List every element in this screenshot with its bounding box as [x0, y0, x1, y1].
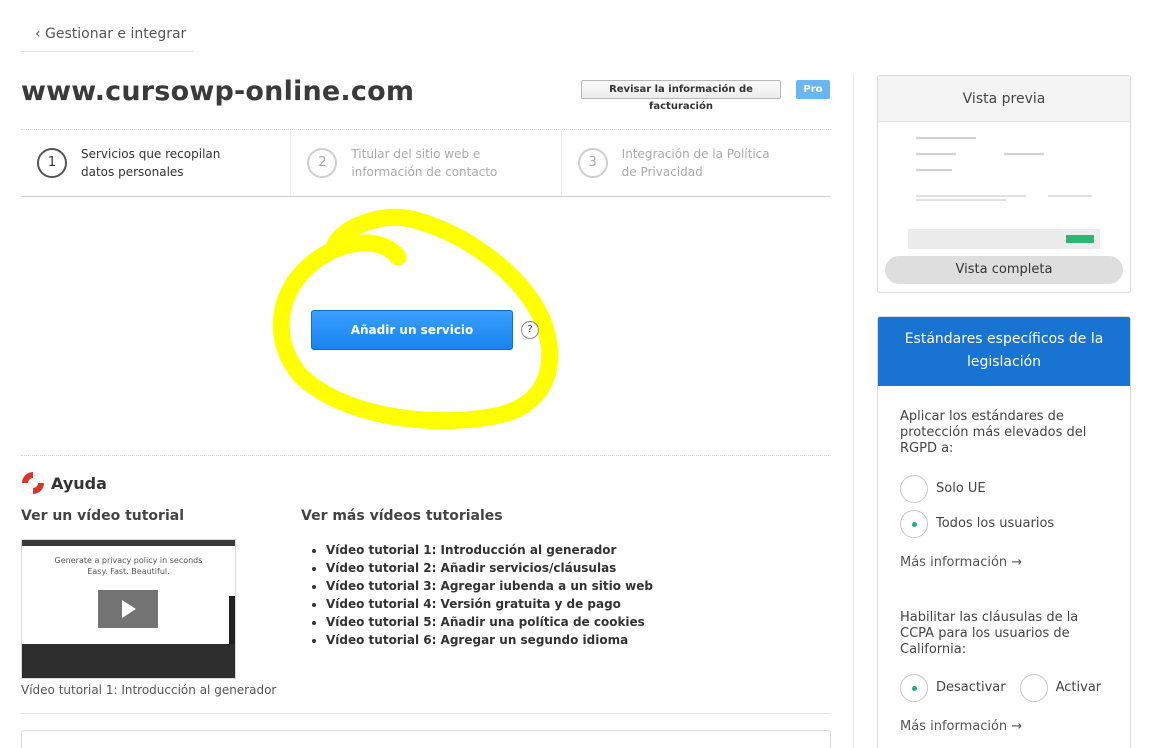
step-number: 3	[577, 148, 608, 178]
tutorial-link[interactable]: Vídeo tutorial 2: Añadir servicios/cláus…	[326, 561, 616, 575]
wizard-steps: 1 Servicios que recopilan datos personal…	[21, 129, 831, 197]
plan-badge: Pro	[796, 80, 830, 99]
video-caption: Vídeo tutorial 1: Introducción al genera…	[21, 683, 277, 697]
play-icon[interactable]	[98, 590, 158, 628]
ccpa-option-enable[interactable]: Activar	[1019, 670, 1102, 705]
step-label: Titular del sitio web e información de c…	[351, 147, 498, 179]
radio-button[interactable]	[900, 474, 928, 503]
help-section-title: Ayuda	[21, 471, 107, 495]
step-personal-data-services[interactable]: 1 Servicios que recopilan datos personal…	[21, 130, 292, 196]
video-thumb-toolbar	[22, 540, 235, 546]
tutorial-link[interactable]: Vídeo tutorial 4: Versión gratuita y de …	[326, 597, 621, 611]
radio-label: Desactivar	[936, 680, 1006, 695]
radio-button[interactable]	[1019, 673, 1048, 702]
radio-button-selected[interactable]	[900, 673, 928, 702]
lifebuoy-icon	[22, 472, 44, 494]
tutorial-list: Vídeo tutorial 1: Introducción al genera…	[326, 541, 653, 649]
video-thumb-headline: Generate a privacy policy in seconds	[54, 556, 203, 565]
page-title: www.cursowp-online.com	[21, 76, 415, 107]
legislation-header: Estándares específicos de la legislación	[878, 317, 1130, 386]
full-view-button[interactable]: Vista completa	[885, 256, 1123, 284]
radio-label: Activar	[1055, 680, 1102, 695]
list-item: Vídeo tutorial 5: Añadir una política de…	[326, 613, 653, 631]
preview-title: Vista previa	[878, 76, 1130, 122]
policy-preview-thumbnail[interactable]	[908, 129, 1100, 249]
radio-label: Solo UE	[936, 481, 986, 496]
review-billing-button[interactable]: Revisar la información de facturación	[581, 80, 781, 112]
video-thumb-tagline: Easy. Fast. Beautiful.	[87, 567, 170, 576]
gdpr-option-all-users[interactable]: Todos los usuarios	[900, 506, 1108, 541]
step-number: 2	[307, 148, 338, 178]
list-item: Vídeo tutorial 6: Agregar un segundo idi…	[326, 631, 653, 649]
ccpa-option-disable[interactable]: Desactivar	[900, 670, 1006, 705]
collapsed-panel[interactable]	[21, 730, 831, 748]
tutorial-link[interactable]: Vídeo tutorial 5: Añadir una política de…	[326, 615, 645, 629]
list-item: Vídeo tutorial 4: Versión gratuita y de …	[326, 595, 653, 613]
tutorial-link[interactable]: Vídeo tutorial 1: Introducción al genera…	[326, 543, 616, 557]
help-question-icon[interactable]: ?	[521, 321, 539, 339]
video-thumb-footer	[22, 644, 235, 678]
column-divider	[853, 74, 854, 748]
radio-button-selected[interactable]	[900, 509, 928, 538]
step-label: Integración de la Política de Privacidad	[621, 147, 770, 179]
add-service-button[interactable]: Añadir un servicio	[311, 310, 513, 350]
section-divider	[21, 713, 831, 714]
gdpr-option-eu-only[interactable]: Solo UE	[900, 471, 1108, 506]
help-title-text: Ayuda	[51, 473, 107, 493]
step-site-owner-contact[interactable]: 2 Titular del sitio web e información de…	[291, 130, 562, 196]
help-separator	[21, 455, 831, 456]
more-videos-heading: Ver más vídeos tutoriales	[301, 508, 503, 524]
step-number: 1	[37, 148, 67, 178]
video-heading: Ver un vídeo tutorial	[21, 508, 185, 524]
back-link-manage-integrate[interactable]: ‹ Gestionar e integrar	[21, 22, 194, 52]
step-label: Servicios que recopilan datos personales	[81, 147, 221, 179]
gdpr-question: Aplicar los estándares de protección más…	[900, 409, 1087, 456]
tutorial-link[interactable]: Vídeo tutorial 6: Agregar un segundo idi…	[326, 633, 628, 647]
more-info-link-ccpa[interactable]: Más información →	[900, 719, 1108, 734]
more-info-link-gdpr[interactable]: Más información →	[900, 555, 1108, 570]
tutorial-link[interactable]: Vídeo tutorial 3: Agregar iubenda a un s…	[326, 579, 653, 593]
list-item: Vídeo tutorial 2: Añadir servicios/cláus…	[326, 559, 653, 577]
list-item: Vídeo tutorial 3: Agregar iubenda a un s…	[326, 577, 653, 595]
step-policy-integration[interactable]: 3 Integración de la Política de Privacid…	[562, 130, 831, 196]
video-tutorial-thumbnail[interactable]: Generate a privacy policy in seconds Eas…	[21, 539, 236, 679]
ccpa-question: Habilitar las cláusulas de la CCPA para …	[900, 610, 1079, 657]
legislation-standards-card: Estándares específicos de la legislación…	[877, 316, 1131, 748]
preview-card: Vista previa Vista completa	[877, 75, 1131, 293]
radio-label: Todos los usuarios	[936, 516, 1055, 531]
list-item: Vídeo tutorial 1: Introducción al genera…	[326, 541, 653, 559]
